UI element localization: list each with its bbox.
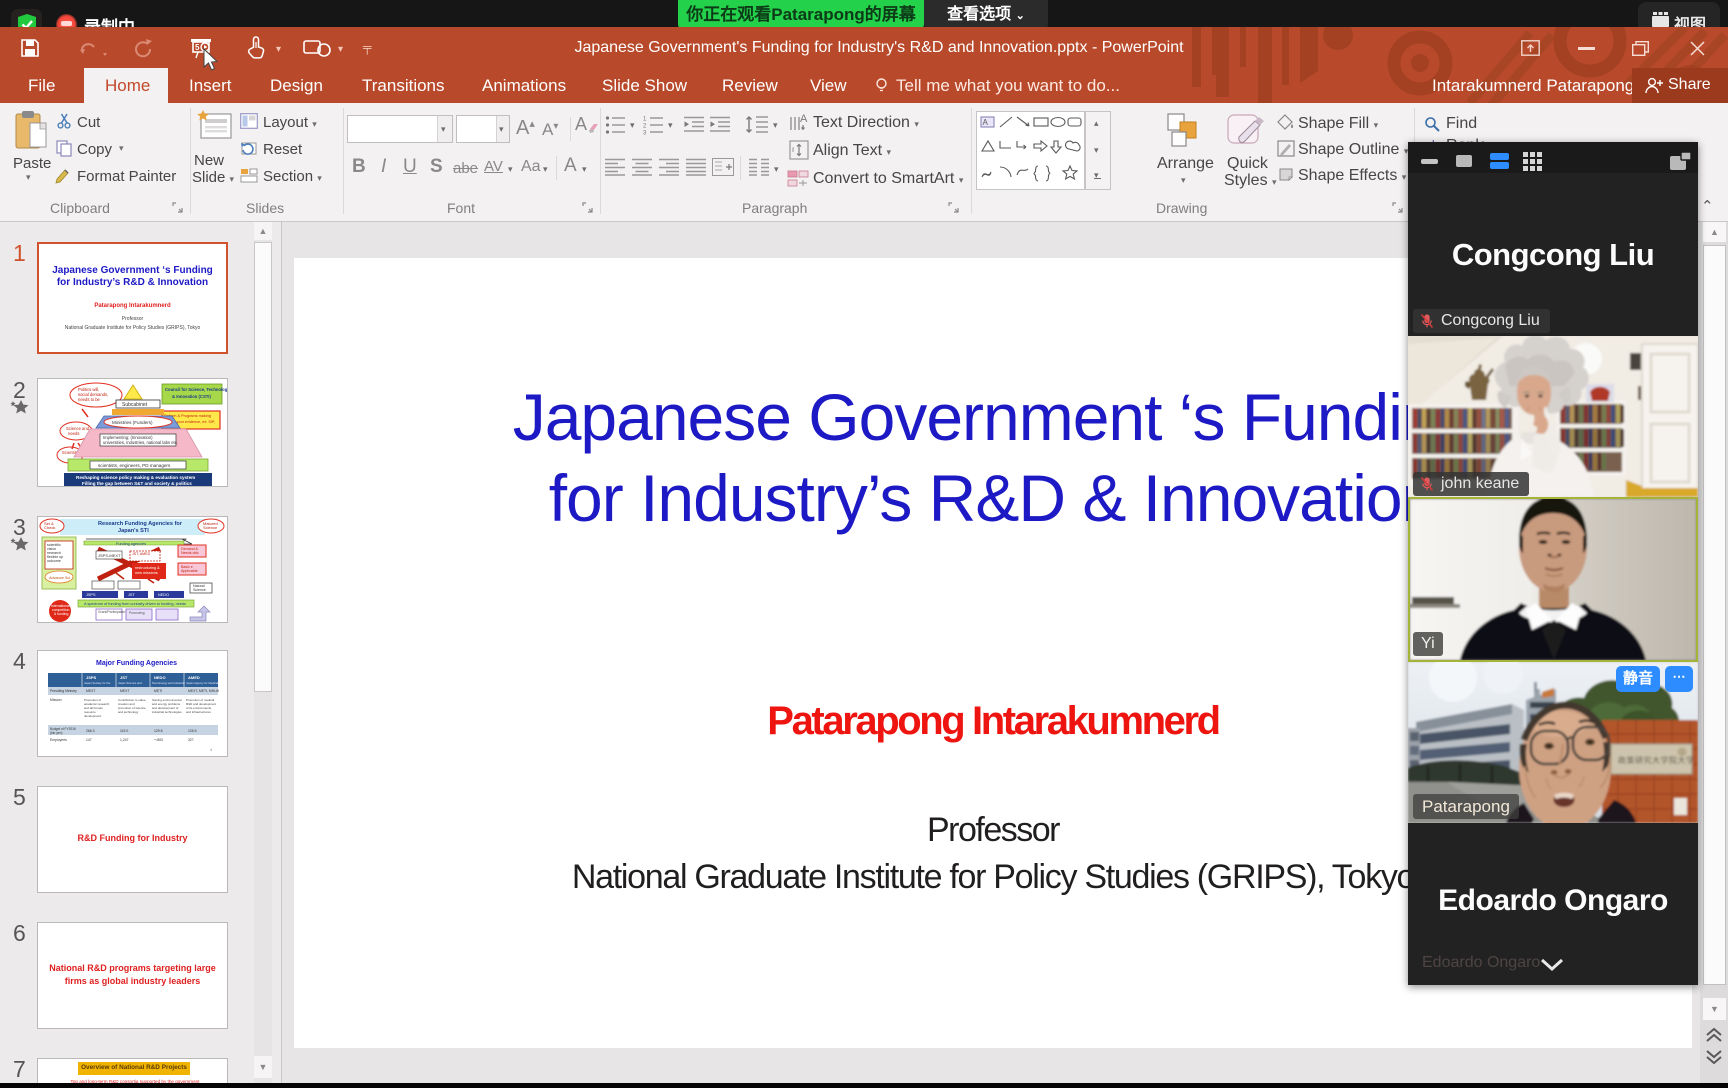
svg-text:Subcabinet: Subcabinet xyxy=(122,402,148,408)
svg-text:129.8: 129.8 xyxy=(154,729,163,733)
svg-text:Promoting: Promoting xyxy=(129,611,145,615)
svg-text:政策研究大学院大学: 政策研究大学院大学 xyxy=(1618,755,1695,765)
svg-text:Needs-driv.: Needs-driv. xyxy=(181,551,199,555)
svg-text:restructuring &: restructuring & xyxy=(135,566,160,570)
svg-text:1: 1 xyxy=(643,117,647,123)
svg-text:Applicable: Applicable xyxy=(181,569,198,573)
svg-text:3: 3 xyxy=(643,131,647,136)
svg-text:MEXT, METI, MHLW: MEXT, METI, MHLW xyxy=(188,689,220,693)
svg-text:NEDO: NEDO xyxy=(158,593,169,597)
svg-text:industrial technologies: industrial technologies xyxy=(152,710,182,714)
svg-text:New Energy and Industrial: New Energy and Industrial xyxy=(152,681,185,685)
svg-text:MEXT: MEXT xyxy=(86,689,95,693)
svg-text:Advance Sci: Advance Sci xyxy=(49,576,70,580)
svg-text:Council for Science, Technolog: Council for Science, Technology xyxy=(165,387,227,392)
svg-text:Science: Science xyxy=(193,588,206,592)
svg-text:and infrastructures: and infrastructures xyxy=(186,710,211,714)
svg-text:JSPS: JSPS xyxy=(86,675,97,680)
svg-text:～800: ～800 xyxy=(154,738,163,742)
svg-text:Reshaping science policy makin: Reshaping science policy making & evalua… xyxy=(76,475,195,480)
svg-text:Science: Science xyxy=(203,525,218,530)
svg-text:JST, AMED: JST, AMED xyxy=(132,552,151,556)
svg-text:A: A xyxy=(983,118,989,127)
svg-text:Ministries (Funders): Ministries (Funders) xyxy=(112,420,153,425)
svg-text:new missions: new missions xyxy=(135,571,158,575)
svg-text:(bln.yen): (bln.yen) xyxy=(50,731,62,735)
svg-text:& funding: & funding xyxy=(54,612,68,616)
svg-text:JSPS-MEXT: JSPS-MEXT xyxy=(98,553,121,558)
svg-text:scientists, engineers, PD mana: scientists, engineers, PD managers xyxy=(98,463,171,468)
svg-text:Major Funding Agencies: Major Funding Agencies xyxy=(96,660,177,667)
svg-text:& Innovation (CSTI): & Innovation (CSTI) xyxy=(172,394,211,399)
svg-text:147: 147 xyxy=(86,738,92,742)
svg-text:Filling the gap between S&T an: Filling the gap between S&T and society … xyxy=(82,481,192,486)
svg-text:Presiding Ministry: Presiding Ministry xyxy=(50,689,77,693)
svg-text:JSPS: JSPS xyxy=(86,593,96,597)
svg-text:Japan Science and: Japan Science and xyxy=(118,681,142,685)
svg-text:119.0: 119.0 xyxy=(120,729,128,733)
svg-text:AMED: AMED xyxy=(188,675,200,680)
svg-text:JST: JST xyxy=(128,593,135,597)
svg-text:A spectrum of funding from cur: A spectrum of funding from curiosity dri… xyxy=(84,602,186,606)
svg-text:NEDO: NEDO xyxy=(154,675,166,680)
svg-text:Employees: Employees xyxy=(50,738,67,742)
svg-text:1,247: 1,247 xyxy=(120,738,129,742)
svg-text:Japan's STI: Japan's STI xyxy=(118,528,149,534)
svg-text:and technology: and technology xyxy=(118,710,139,714)
svg-text:A: A xyxy=(800,113,808,125)
svg-text:Mission: Mission xyxy=(50,698,62,702)
svg-text:Japan Agency for Medical: Japan Agency for Medical xyxy=(186,681,218,685)
svg-text:MEXT: MEXT xyxy=(120,689,129,693)
svg-text:universities, industries, nati: universities, industries, national labs … xyxy=(103,440,178,445)
svg-text:Funding agencies: Funding agencies xyxy=(116,542,146,546)
svg-text:outcome: outcome xyxy=(47,559,61,563)
svg-text:Research Funding Agencies for: Research Funding Agencies for xyxy=(98,521,183,527)
svg-text:4: 4 xyxy=(210,747,213,752)
svg-text:development: development xyxy=(84,714,101,718)
svg-text:Check: Check xyxy=(44,525,55,530)
svg-text:needs to be: needs to be xyxy=(78,397,101,402)
svg-text:Grant/Participation: Grant/Participation xyxy=(98,610,126,614)
svg-text:Japan Society for the: Japan Society for the xyxy=(84,681,111,685)
svg-text:needs: needs xyxy=(68,431,79,436)
svg-text:126.5: 126.5 xyxy=(188,729,197,733)
svg-text:2: 2 xyxy=(643,124,647,130)
svg-text:METI: METI xyxy=(154,689,162,693)
svg-text:266.3: 266.3 xyxy=(86,729,95,733)
svg-text:JST: JST xyxy=(120,675,128,680)
svg-text:327: 327 xyxy=(188,738,194,742)
